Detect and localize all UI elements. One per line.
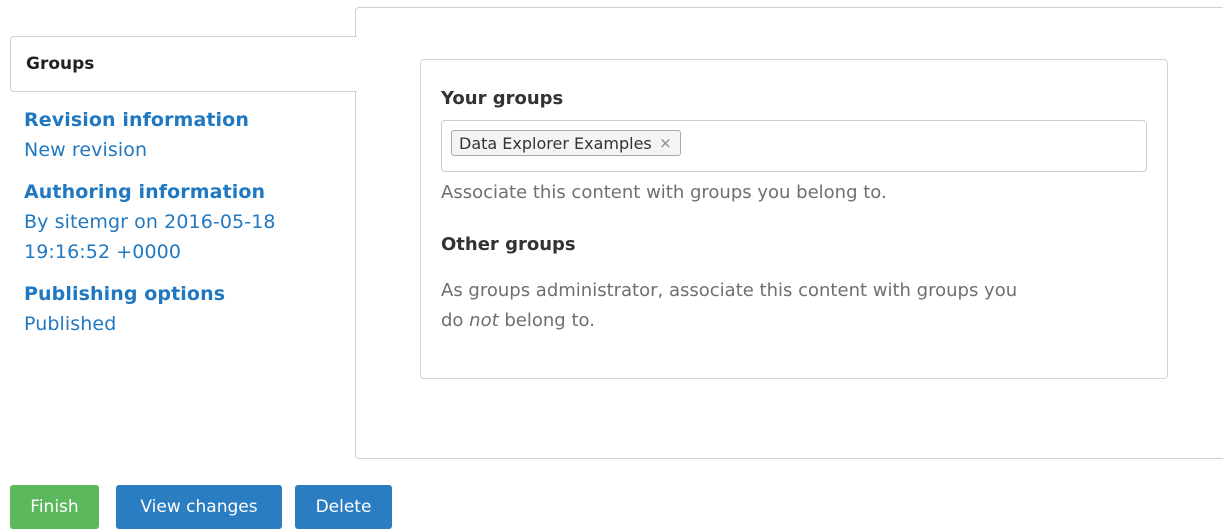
delete-button[interactable]: Delete: [295, 485, 392, 529]
view-changes-button[interactable]: View changes: [116, 485, 282, 529]
other-groups-description-emphasis: not: [469, 310, 499, 331]
tab-authoring-information[interactable]: Authoring information By sitemgr on 2016…: [10, 177, 356, 267]
tab-publishing-options[interactable]: Publishing options Published: [10, 279, 356, 339]
tab-publishing-summary: Published: [24, 313, 117, 335]
vertical-tabs-pane: Your groups Data Explorer Examples × Ass…: [355, 7, 1223, 459]
tab-publishing-title: Publishing options: [24, 283, 226, 305]
other-groups-description-pre: do: [441, 310, 470, 331]
other-groups-description: As groups administrator, associate this …: [441, 276, 1141, 336]
your-groups-description: Associate this content with groups you b…: [441, 182, 887, 203]
your-groups-multiselect[interactable]: Data Explorer Examples ×: [441, 120, 1147, 172]
tab-revision-title: Revision information: [24, 109, 249, 131]
remove-group-icon[interactable]: ×: [659, 131, 672, 156]
vertical-tabs-menu: Groups Revision information New revision…: [10, 36, 357, 339]
other-groups-label: Other groups: [441, 234, 576, 255]
tab-authoring-title: Authoring information: [24, 181, 266, 203]
tab-revision-summary: New revision: [24, 139, 148, 161]
tab-revision-information[interactable]: Revision information New revision: [10, 105, 356, 165]
other-groups-description-post: belong to.: [498, 310, 595, 331]
tab-groups-title: Groups: [26, 54, 95, 74]
selected-group-label: Data Explorer Examples: [459, 134, 652, 153]
other-groups-description-line1: As groups administrator, associate this …: [441, 280, 1018, 301]
tab-authoring-summary-line2: 19:16:52 +0000: [24, 241, 182, 263]
groups-fieldset: Your groups Data Explorer Examples × Ass…: [420, 59, 1168, 379]
finish-button[interactable]: Finish: [10, 485, 99, 529]
tab-authoring-summary-line1: By sitemgr on 2016-05-18: [24, 211, 276, 233]
your-groups-label: Your groups: [441, 88, 564, 109]
selected-group-chip: Data Explorer Examples ×: [451, 130, 681, 156]
tab-groups[interactable]: Groups: [10, 36, 357, 92]
